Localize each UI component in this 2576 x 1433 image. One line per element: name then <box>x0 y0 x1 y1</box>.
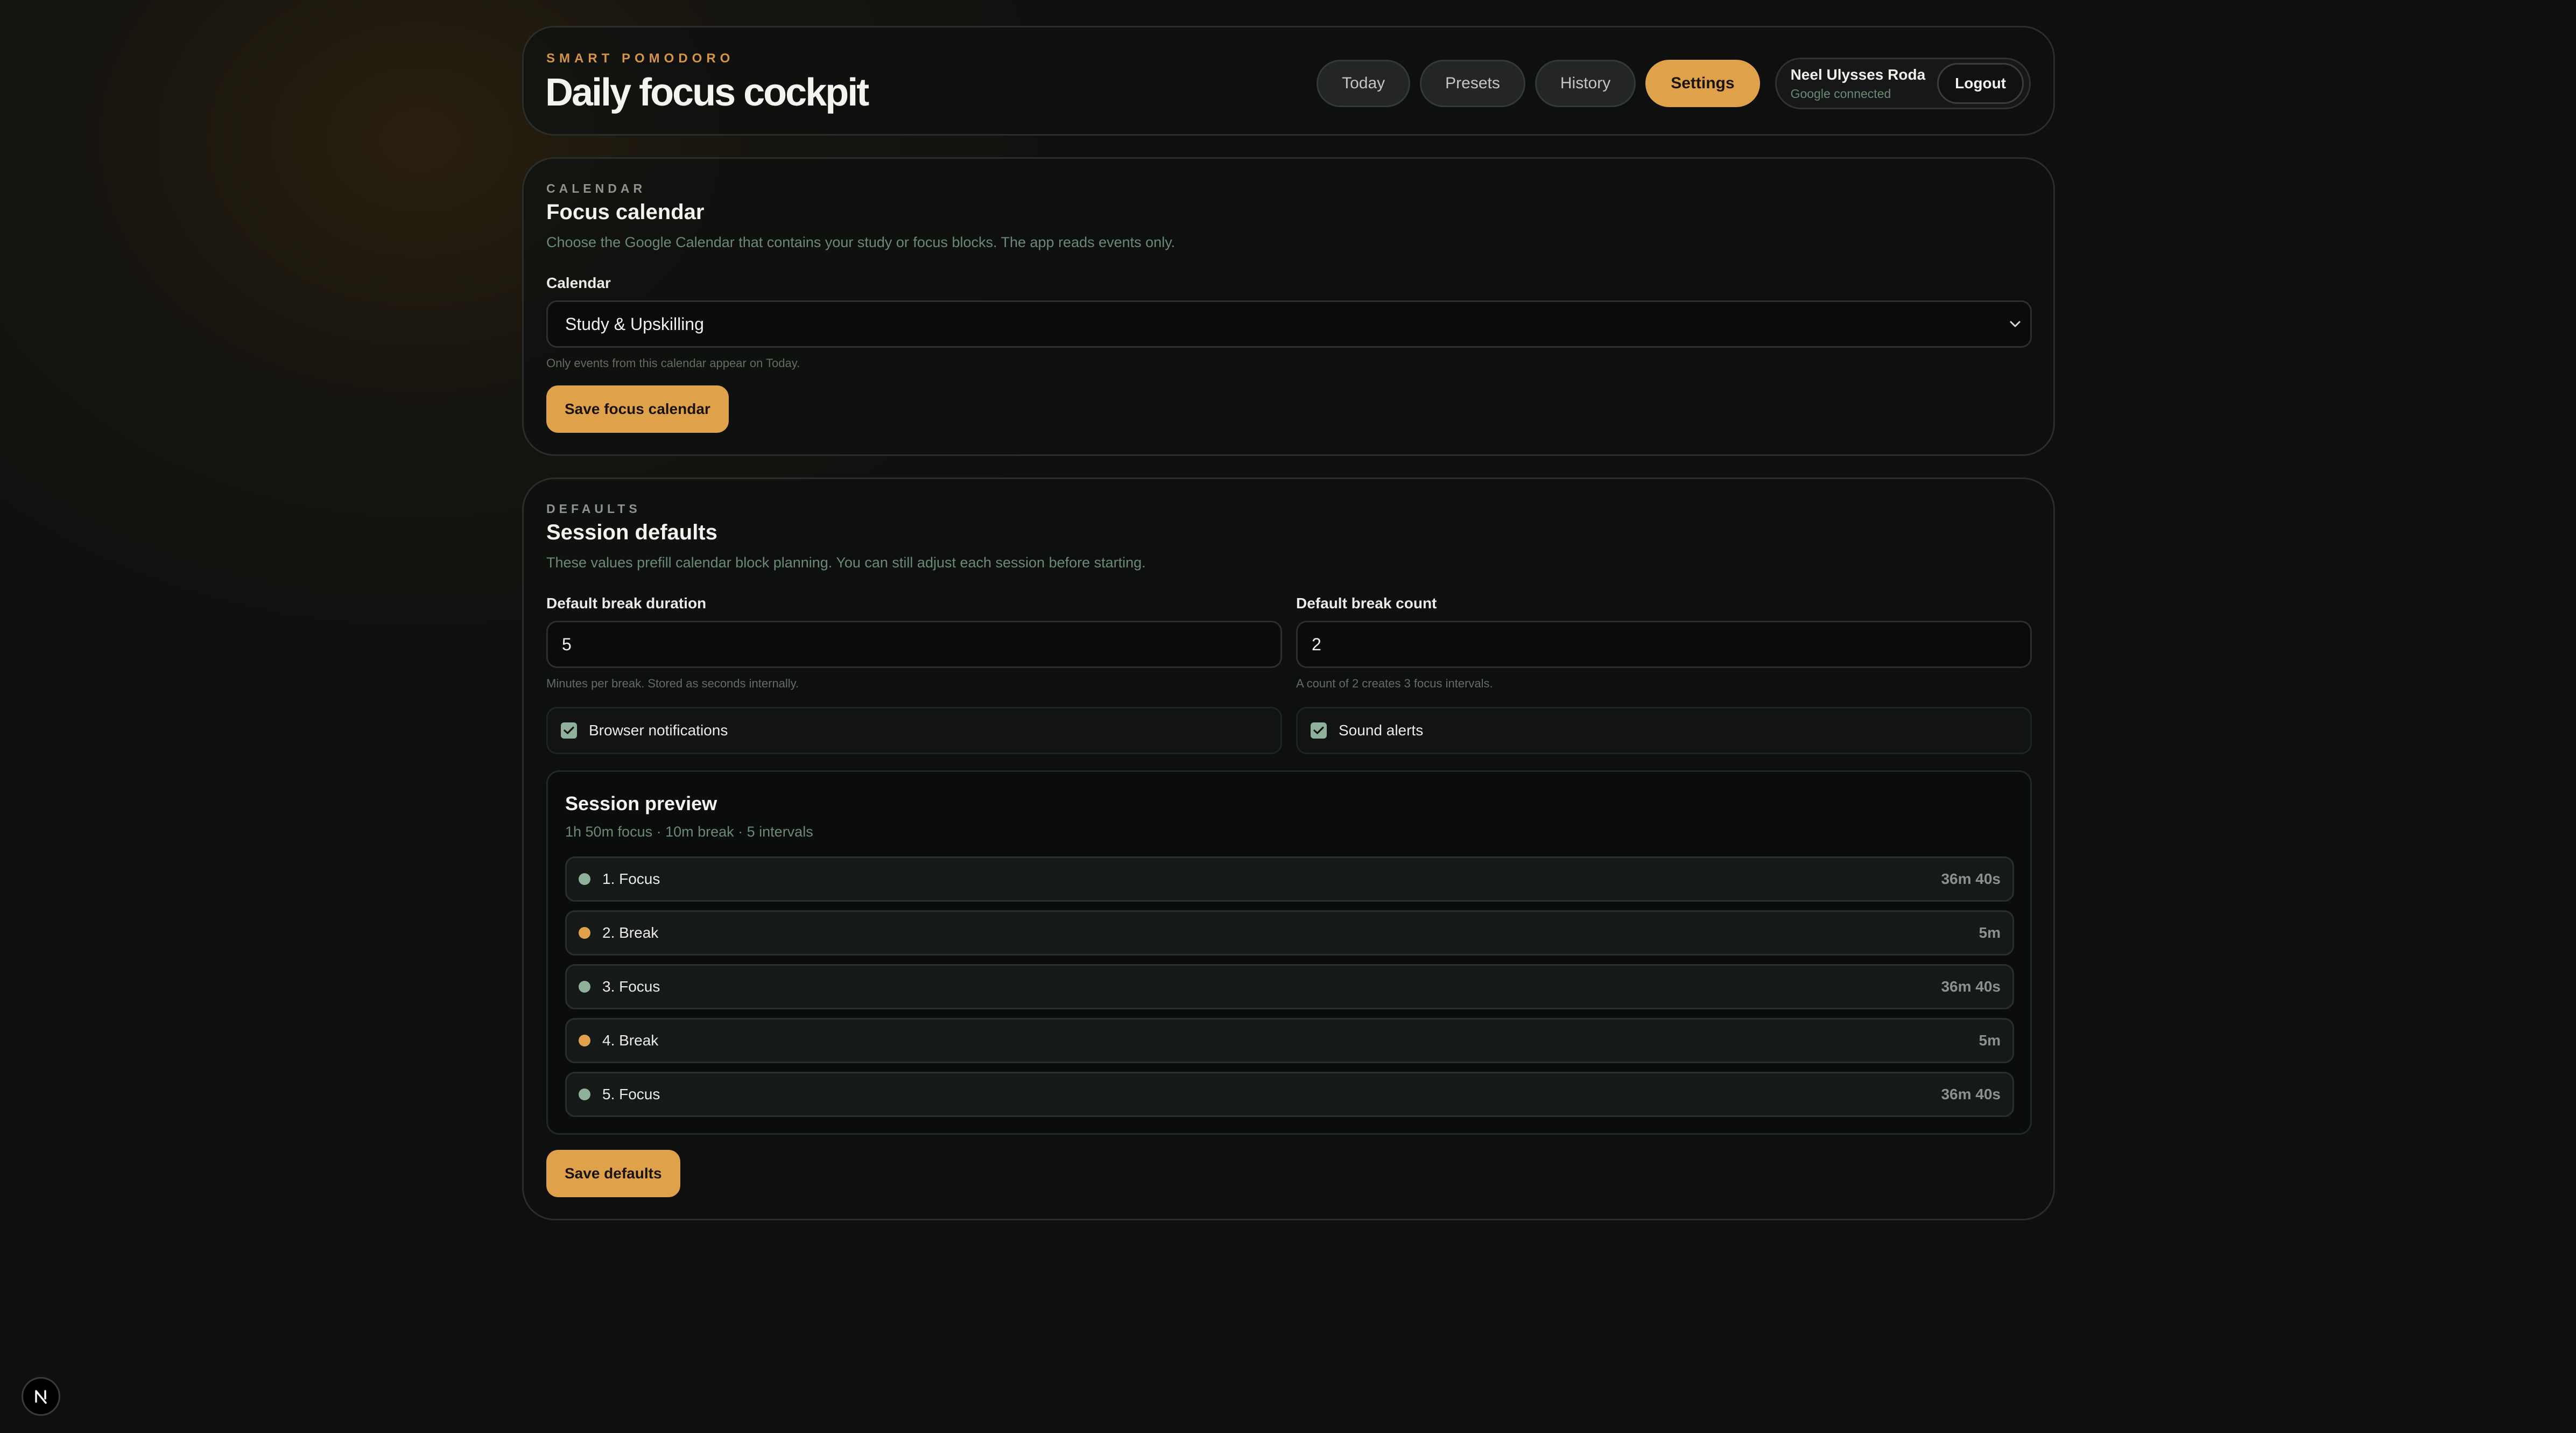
page-title: Daily focus cockpit <box>545 71 869 114</box>
interval-left: 3. Focus <box>579 978 660 995</box>
logout-button[interactable]: Logout <box>1937 63 2024 104</box>
focus-calendar-section: CALENDAR Focus calendar Choose the Googl… <box>522 157 2055 456</box>
preview-title: Session preview <box>565 792 717 814</box>
session-preview: Session preview 1h 50m focus · 10m break… <box>546 770 2032 1135</box>
interval-label: 3. Focus <box>602 978 660 995</box>
nav-today[interactable]: Today <box>1317 60 1411 107</box>
sound-alerts-toggle[interactable]: Sound alerts <box>1296 707 2032 754</box>
calendar-select-value: Study & Upskilling <box>565 314 704 334</box>
nav-settings[interactable]: Settings <box>1645 60 1760 107</box>
interval-row: 3. Focus 36m 40s <box>565 964 2014 1009</box>
section-title: Session defaults <box>546 521 717 544</box>
break-dot-icon <box>579 927 590 939</box>
break-count-hint: A count of 2 creates 3 focus intervals. <box>1296 677 1493 690</box>
top-nav: Today Presets History Settings Neel Ulys… <box>1317 58 2031 109</box>
focus-dot-icon <box>579 981 590 993</box>
check-icon[interactable] <box>561 722 577 739</box>
app-container: SMART POMODORO Daily focus cockpit Today… <box>522 26 2055 1220</box>
interval-duration: 36m 40s <box>1941 1086 2001 1102</box>
nav-history[interactable]: History <box>1535 60 1636 107</box>
focus-dot-icon <box>579 1088 590 1100</box>
break-count-group: Default break count 2 A count of 2 creat… <box>1296 571 2032 691</box>
break-duration-label: Default break duration <box>546 595 707 612</box>
interval-left: 2. Break <box>579 924 658 942</box>
break-dot-icon <box>579 1035 590 1046</box>
chevron-down-icon <box>2008 317 2023 332</box>
interval-row: 1. Focus 36m 40s <box>565 856 2014 902</box>
interval-duration: 5m <box>1979 1032 2001 1049</box>
interval-row: 5. Focus 36m 40s <box>565 1072 2014 1117</box>
browser-notifications-toggle[interactable]: Browser notifications <box>546 707 1282 754</box>
section-eyebrow: DEFAULTS <box>546 502 641 516</box>
interval-label: 4. Break <box>602 1032 659 1049</box>
user-info: Neel Ulysses Roda Google connected <box>1791 66 1926 101</box>
section-title: Focus calendar <box>546 200 705 224</box>
nav-presets[interactable]: Presets <box>1420 60 1525 107</box>
interval-duration: 36m 40s <box>1941 870 2001 887</box>
break-duration-group: Default break duration 5 Minutes per bre… <box>546 571 1282 691</box>
session-defaults-section: DEFAULTS Session defaults These values p… <box>522 477 2055 1220</box>
focus-dot-icon <box>579 873 590 885</box>
break-count-label: Default break count <box>1296 595 1437 612</box>
interval-row: 2. Break 5m <box>565 910 2014 956</box>
check-icon[interactable] <box>1311 722 1327 739</box>
section-description: These values prefill calendar block plan… <box>546 554 1146 571</box>
break-count-input[interactable]: 2 <box>1296 621 2032 668</box>
toggle-options: Browser notifications Sound alerts <box>546 691 2032 754</box>
user-menu: Neel Ulysses Roda Google connected Logou… <box>1775 58 2031 109</box>
brand-eyebrow: SMART POMODORO <box>546 51 735 66</box>
defaults-fields: Default break duration 5 Minutes per bre… <box>546 571 2032 691</box>
nextjs-logo-icon[interactable] <box>22 1377 60 1416</box>
browser-notifications-label: Browser notifications <box>589 722 728 739</box>
interval-label: 2. Break <box>602 924 659 941</box>
connection-status: Google connected <box>1790 86 1891 101</box>
save-defaults-button[interactable]: Save defaults <box>546 1150 680 1197</box>
user-name: Neel Ulysses Roda <box>1790 66 1926 83</box>
calendar-select[interactable]: Study & Upskilling <box>546 300 2032 348</box>
interval-left: 5. Focus <box>579 1086 660 1103</box>
section-description: Choose the Google Calendar that contains… <box>546 234 1176 250</box>
calendar-hint: Only events from this calendar appear on… <box>546 356 800 370</box>
interval-duration: 5m <box>1979 924 2001 941</box>
break-duration-input[interactable]: 5 <box>546 621 1282 668</box>
preview-summary: 1h 50m focus · 10m break · 5 intervals <box>565 824 813 840</box>
interval-duration: 36m 40s <box>1941 978 2001 995</box>
break-duration-hint: Minutes per break. Stored as seconds int… <box>546 677 799 690</box>
calendar-field-label: Calendar <box>546 275 611 291</box>
interval-row: 4. Break 5m <box>565 1018 2014 1063</box>
sound-alerts-label: Sound alerts <box>1339 722 1424 739</box>
interval-left: 4. Break <box>579 1032 658 1049</box>
interval-left: 1. Focus <box>579 870 660 888</box>
save-focus-calendar-button[interactable]: Save focus calendar <box>546 385 729 433</box>
interval-label: 5. Focus <box>602 1086 660 1102</box>
interval-list: 1. Focus 36m 40s 2. Break 5m 3. Focus 36… <box>565 856 2014 1117</box>
app-header: SMART POMODORO Daily focus cockpit Today… <box>522 26 2055 136</box>
interval-label: 1. Focus <box>602 870 660 887</box>
section-eyebrow: CALENDAR <box>546 181 646 195</box>
